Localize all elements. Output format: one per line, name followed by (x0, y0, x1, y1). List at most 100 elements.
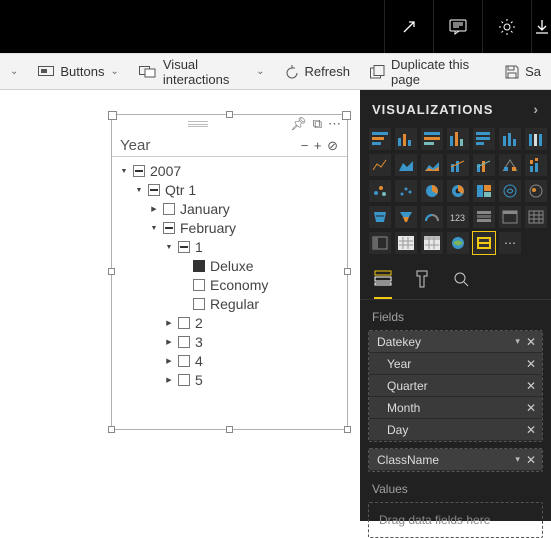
expand-toggle-icon[interactable]: ▲ (150, 224, 158, 231)
field-pill[interactable]: Quarter✕ (369, 375, 542, 397)
expand-toggle-icon[interactable]: ▲ (165, 243, 173, 250)
viz-type-15[interactable] (395, 180, 417, 202)
slicer-visual[interactable]: 📌︎ ⧉ ⋯ Year − + ⊘ ▲2007▲Qtr 1▶January▲Fe… (111, 114, 348, 430)
viz-type-10[interactable] (447, 154, 469, 176)
tree-row[interactable]: Regular (114, 294, 345, 313)
field-pill[interactable]: Day✕ (369, 419, 542, 441)
expand-toggle-icon[interactable]: ▶ (150, 205, 158, 213)
viz-type-20[interactable] (525, 180, 547, 202)
viz-type-14[interactable] (369, 180, 391, 202)
buttons-menu[interactable]: Buttons ⌄ (28, 54, 128, 89)
tree-row[interactable]: Deluxe (114, 256, 345, 275)
checkbox[interactable] (148, 184, 160, 196)
remove-field-icon[interactable]: ✕ (526, 401, 536, 415)
refresh-button[interactable]: Refresh (275, 54, 361, 89)
remove-field-icon[interactable]: ✕ (526, 453, 536, 467)
fields-well-1[interactable]: Datekey▾✕Year✕Quarter✕Month✕Day✕ (368, 330, 543, 442)
viz-type-3[interactable] (447, 128, 469, 150)
viz-type-21[interactable] (369, 206, 391, 228)
checkbox[interactable] (163, 203, 175, 215)
tree-row[interactable]: ▲Qtr 1 (114, 180, 345, 199)
viz-type-6[interactable] (525, 128, 547, 150)
viz-type-25[interactable] (473, 206, 495, 228)
viz-type-26[interactable] (499, 206, 521, 228)
viz-type-27[interactable] (525, 206, 547, 228)
checkbox[interactable] (193, 298, 205, 310)
tree-row[interactable]: ▲February (114, 218, 345, 237)
more-options-icon[interactable]: ⋯ (328, 116, 341, 132)
checkbox[interactable] (178, 355, 190, 367)
expand-toggle-icon[interactable]: ▲ (120, 167, 128, 174)
field-dropdown-icon[interactable]: ▾ (515, 454, 520, 465)
field-pill[interactable]: ClassName▾✕ (369, 449, 542, 471)
checkbox[interactable] (163, 222, 175, 234)
field-pill[interactable]: Year✕ (369, 353, 542, 375)
tree-row[interactable]: ▶5 (114, 370, 345, 389)
viz-type-16[interactable] (421, 180, 443, 202)
ribbon-left-more[interactable]: ⌄ (0, 54, 28, 89)
viz-type-24[interactable]: 123 (447, 206, 469, 228)
visual-interactions-menu[interactable]: Visual interactions ⌄ (129, 54, 275, 89)
expand-toggle-icon[interactable]: ▶ (165, 319, 173, 327)
expand-toggle-icon[interactable]: ▲ (135, 186, 143, 193)
tab-fields[interactable] (374, 270, 392, 299)
viz-type-31[interactable] (447, 232, 469, 254)
tree-row[interactable]: ▶3 (114, 332, 345, 351)
field-pill[interactable]: Month✕ (369, 397, 542, 419)
viz-type-13[interactable] (525, 154, 547, 176)
tree-row[interactable]: Economy (114, 275, 345, 294)
viz-type-28[interactable] (369, 232, 391, 254)
viz-type-17[interactable] (447, 180, 469, 202)
viz-type-11[interactable] (473, 154, 495, 176)
focus-mode-icon[interactable]: ⧉ (313, 116, 322, 132)
drag-grip-icon[interactable] (188, 121, 208, 127)
viz-type-30[interactable] (421, 232, 443, 254)
save-button[interactable]: Sa (495, 54, 551, 89)
checkbox[interactable] (133, 165, 145, 177)
field-dropdown-icon[interactable]: ▾ (515, 336, 520, 347)
tree-row[interactable]: ▶January (114, 199, 345, 218)
panel-collapse-icon[interactable]: › (533, 101, 539, 117)
checkbox[interactable] (178, 241, 190, 253)
expand-toggle-icon[interactable]: ▶ (165, 338, 173, 346)
viz-type-4[interactable] (473, 128, 495, 150)
tree-row[interactable]: ▲2007 (114, 161, 345, 180)
tab-format[interactable] (414, 270, 430, 299)
viz-type-23[interactable] (421, 206, 443, 228)
remove-field-icon[interactable]: ✕ (526, 335, 536, 349)
field-pill[interactable]: Datekey▾✕ (369, 331, 542, 353)
viz-type-22[interactable] (395, 206, 417, 228)
viz-type-12[interactable] (499, 154, 521, 176)
comment-icon[interactable] (433, 0, 482, 53)
report-canvas[interactable]: 📌︎ ⧉ ⋯ Year − + ⊘ ▲2007▲Qtr 1▶January▲Fe… (0, 90, 360, 521)
fields-well-2[interactable]: ClassName▾✕ (368, 448, 543, 472)
checkbox[interactable] (178, 317, 190, 329)
viz-type-5[interactable] (499, 128, 521, 150)
pin-icon[interactable]: 📌︎ (290, 116, 307, 132)
duplicate-page-button[interactable]: Duplicate this page (360, 54, 495, 89)
tree-row[interactable]: ▲1 (114, 237, 345, 256)
viz-type-18[interactable] (473, 180, 495, 202)
viz-type-32[interactable] (473, 232, 495, 254)
expand-icon[interactable] (384, 0, 433, 53)
remove-field-icon[interactable]: ✕ (526, 379, 536, 393)
checkbox[interactable] (193, 260, 205, 272)
viz-type-9[interactable] (421, 154, 443, 176)
slicer-controls[interactable]: − + ⊘ (301, 138, 339, 154)
checkbox[interactable] (178, 374, 190, 386)
expand-toggle-icon[interactable]: ▶ (165, 376, 173, 384)
viz-type-7[interactable] (369, 154, 391, 176)
expand-toggle-icon[interactable]: ▶ (165, 357, 173, 365)
viz-type-29[interactable] (395, 232, 417, 254)
gear-icon[interactable] (482, 0, 531, 53)
download-icon[interactable] (531, 0, 551, 53)
values-well[interactable]: Drag data fields here (368, 502, 543, 538)
viz-type-1[interactable] (395, 128, 417, 150)
remove-field-icon[interactable]: ✕ (526, 357, 536, 371)
remove-field-icon[interactable]: ✕ (526, 423, 536, 437)
tab-analytics[interactable] (452, 270, 470, 299)
checkbox[interactable] (178, 336, 190, 348)
viz-type-2[interactable] (421, 128, 443, 150)
tree-row[interactable]: ▶2 (114, 313, 345, 332)
viz-type-8[interactable] (395, 154, 417, 176)
